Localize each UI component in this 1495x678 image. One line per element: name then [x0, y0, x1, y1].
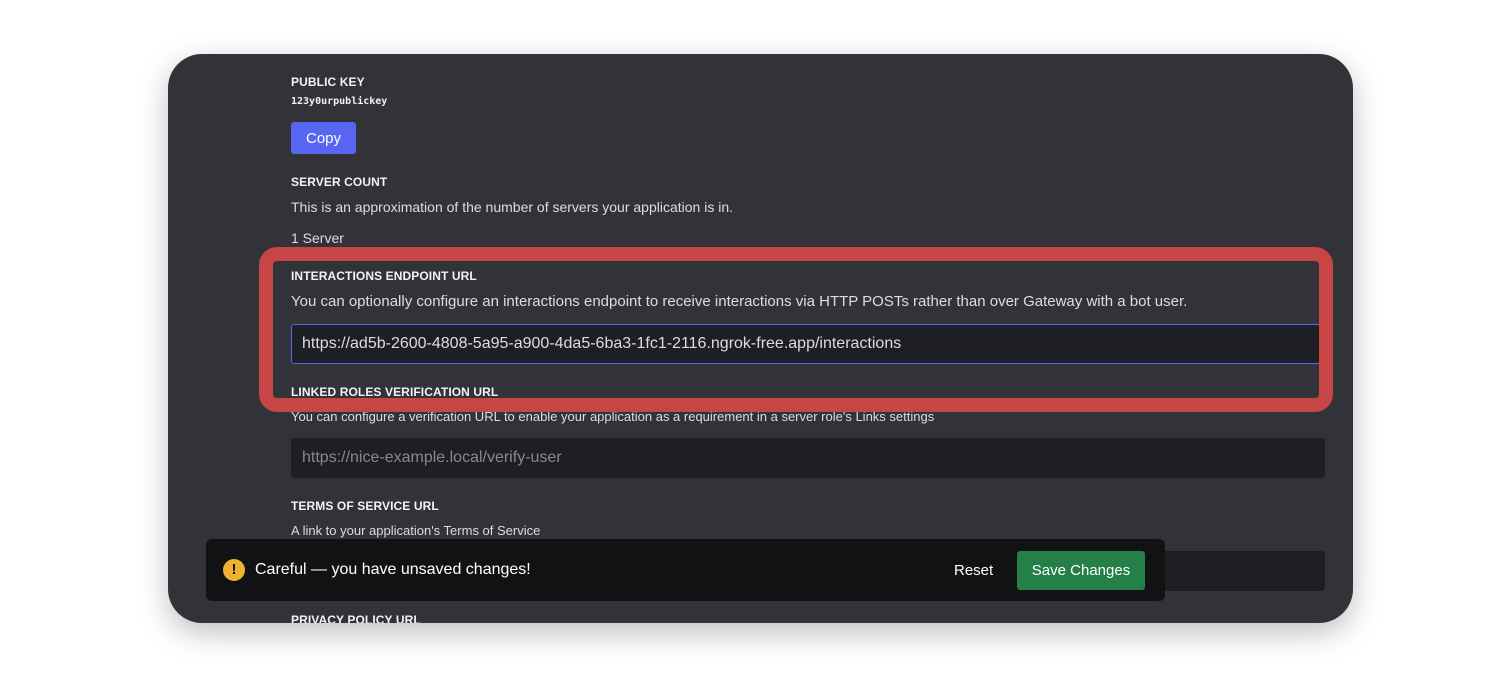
server-count-value: 1 Server — [291, 230, 344, 246]
privacy-policy-label: PRIVACY POLICY URL — [291, 613, 421, 623]
unsaved-changes-message: Careful — you have unsaved changes! — [255, 561, 531, 578]
terms-of-service-description: A link to your application's Terms of Se… — [291, 523, 541, 538]
warning-icon: ! — [223, 559, 245, 581]
linked-roles-label: LINKED ROLES VERIFICATION URL — [291, 385, 499, 399]
save-changes-button[interactable]: Save Changes — [1017, 551, 1145, 590]
copy-public-key-button[interactable]: Copy — [291, 122, 356, 154]
public-key-label: PUBLIC KEY — [291, 75, 365, 89]
interactions-endpoint-label: INTERACTIONS ENDPOINT URL — [291, 269, 477, 283]
unsaved-changes-bar: ! Careful — you have unsaved changes! Re… — [206, 539, 1165, 601]
terms-of-service-label: TERMS OF SERVICE URL — [291, 499, 439, 513]
server-count-label: SERVER COUNT — [291, 175, 388, 189]
public-key-value: 123y0urpublickey — [291, 96, 388, 107]
interactions-endpoint-description: You can optionally configure an interact… — [291, 293, 1188, 310]
interactions-endpoint-input[interactable] — [291, 324, 1325, 364]
server-count-description: This is an approximation of the number o… — [291, 199, 733, 215]
linked-roles-input[interactable] — [291, 438, 1325, 478]
general-information-form: PUBLIC KEY 123y0urpublickey Copy SERVER … — [291, 54, 1325, 623]
reset-button[interactable]: Reset — [950, 555, 997, 585]
settings-window: PUBLIC KEY 123y0urpublickey Copy SERVER … — [168, 54, 1353, 623]
linked-roles-description: You can configure a verification URL to … — [291, 409, 935, 424]
